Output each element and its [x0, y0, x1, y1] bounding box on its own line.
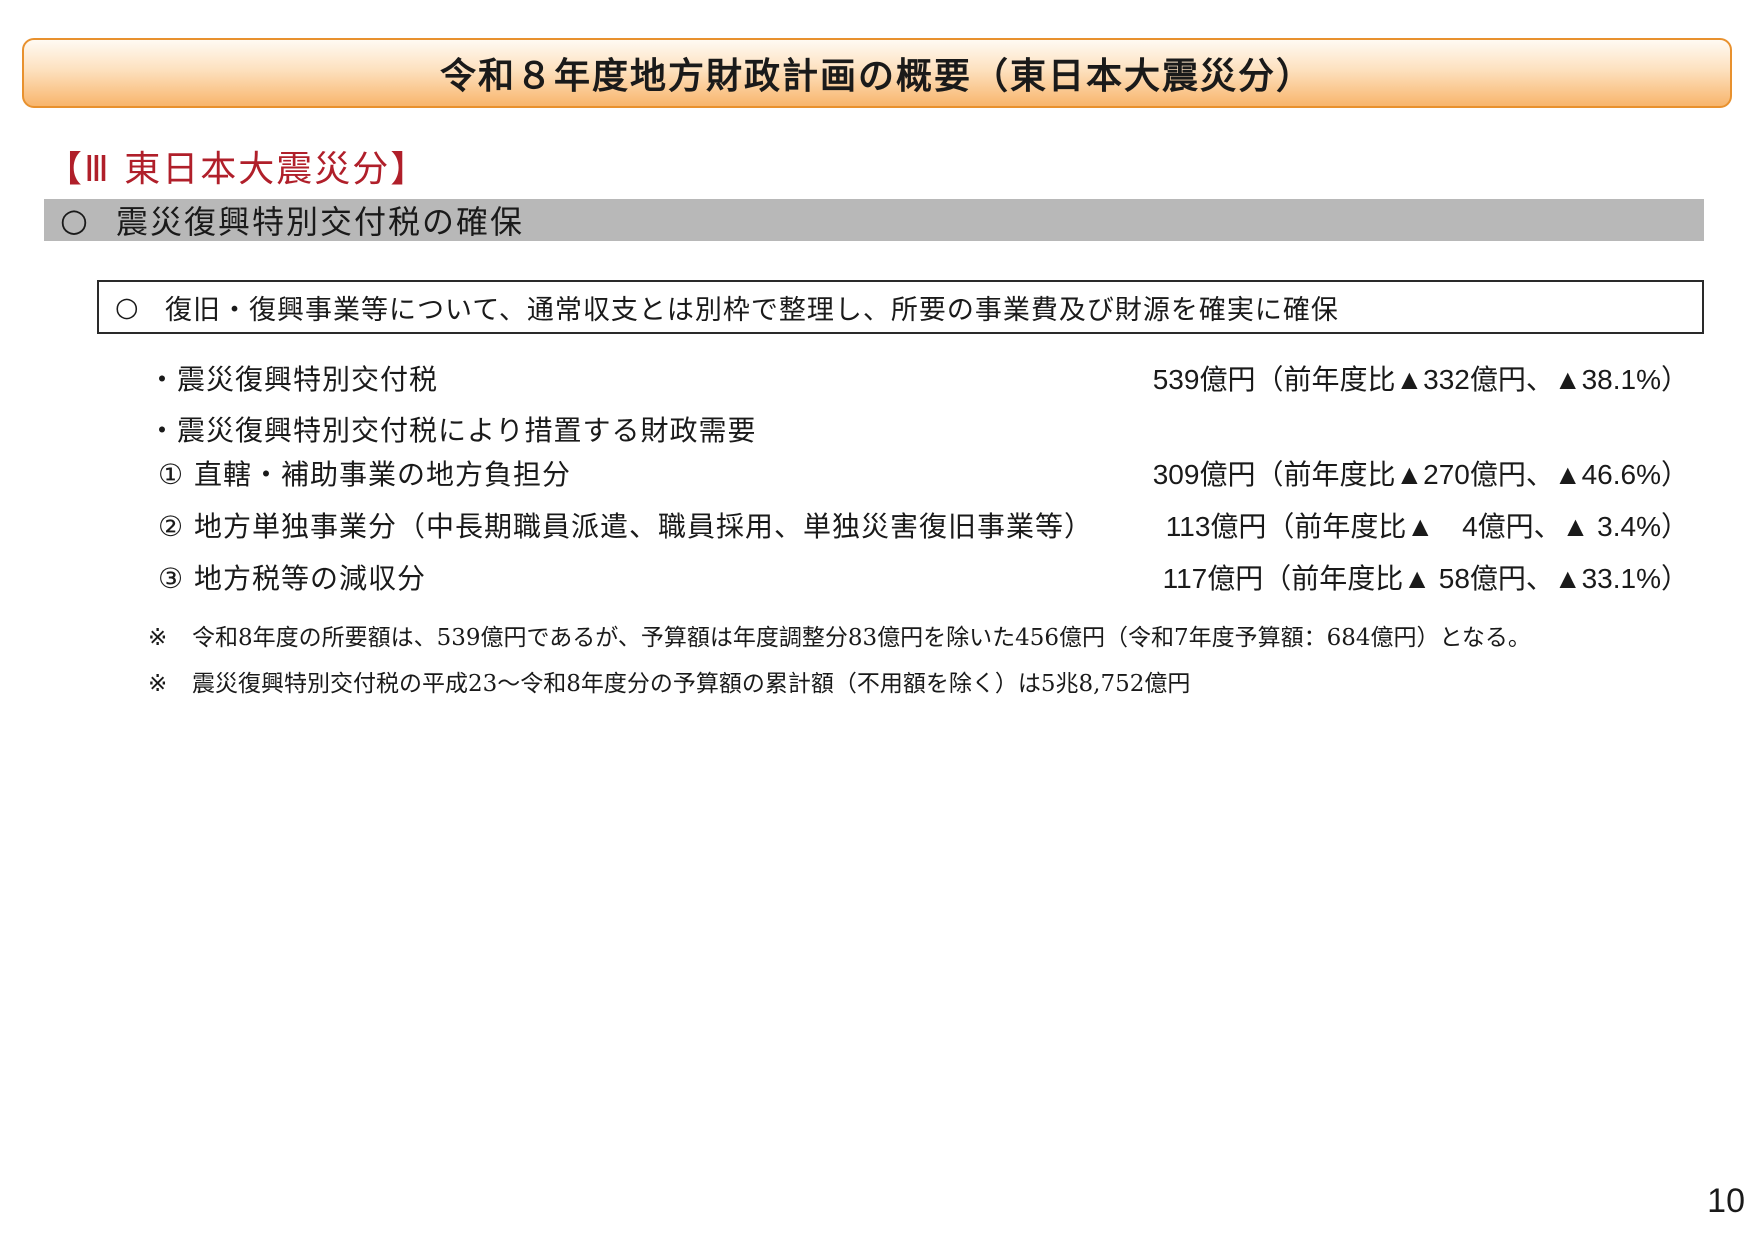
item-label: ② 地方単独事業分（中長期職員派遣、職員採用、単独災害復旧事業等）	[158, 510, 1094, 543]
summary-box: ○ 復旧・復興事業等について、通常収支とは別枠で整理し、所要の事業費及び財源を確…	[97, 280, 1704, 334]
section-heading: 【Ⅲ 東日本大震災分】	[46, 149, 429, 190]
item-amount: 113億円（前年度比▲ 4億円、▲ 3.4%）	[1165, 511, 1689, 542]
item-label: ・震災復興特別交付税	[148, 363, 439, 396]
subheading-text: 震災復興特別交付税の確保	[116, 203, 525, 241]
summary-text: 復旧・復興事業等について、通常収支とは別枠で整理し、所要の事業費及び財源を確実に…	[165, 294, 1339, 326]
list-item: ① 直轄・補助事業の地方負担分 309億円（前年度比▲270億円、▲46.6%）	[0, 453, 1755, 493]
item-amount: 539億円（前年度比▲332億円、▲38.1%）	[1152, 364, 1689, 395]
footnote-text: 震災復興特別交付税の平成23～令和8年度分の予算額の累計額（不用額を除く）は5兆…	[192, 671, 1191, 697]
item-label: ① 直轄・補助事業の地方負担分	[158, 458, 572, 491]
list-item: ・震災復興特別交付税により措置する財政需要	[0, 409, 1755, 449]
footnote-text: 令和8年度の所要額は、539億円であるが、予算額は年度調整分83億円を除いた45…	[192, 625, 1531, 651]
item-label: ③ 地方税等の減収分	[158, 562, 427, 595]
item-label: ・震災復興特別交付税により措置する財政需要	[148, 414, 757, 447]
list-item: ③ 地方税等の減収分 117億円（前年度比▲ 58億円、▲33.1%）	[0, 557, 1755, 597]
title-banner: 令和８年度地方財政計画の概要（東日本大震災分）	[22, 38, 1732, 108]
list-item: ・震災復興特別交付税 539億円（前年度比▲332億円、▲38.1%）	[0, 358, 1755, 398]
reference-mark-icon: ※	[148, 671, 168, 697]
page-title: 令和８年度地方財政計画の概要（東日本大震災分）	[439, 56, 1314, 97]
item-amount: 117億円（前年度比▲ 58億円、▲33.1%）	[1162, 563, 1689, 594]
list-item: ② 地方単独事業分（中長期職員派遣、職員採用、単独災害復旧事業等） 113億円（…	[0, 505, 1755, 545]
circle-bullet-icon: ○	[115, 291, 139, 323]
subheading-bar: ○ 震災復興特別交付税の確保	[44, 199, 1704, 241]
item-amount: 309億円（前年度比▲270億円、▲46.6%）	[1152, 459, 1689, 490]
circle-bullet-icon: ○	[60, 201, 88, 239]
reference-mark-icon: ※	[148, 625, 168, 651]
page-number: 10	[1707, 1182, 1745, 1220]
footnote: ※ 震災復興特別交付税の平成23～令和8年度分の予算額の累計額（不用額を除く）は5…	[148, 664, 1190, 698]
footnote: ※ 令和8年度の所要額は、539億円であるが、予算額は年度調整分83億円を除いた4…	[148, 618, 1531, 652]
